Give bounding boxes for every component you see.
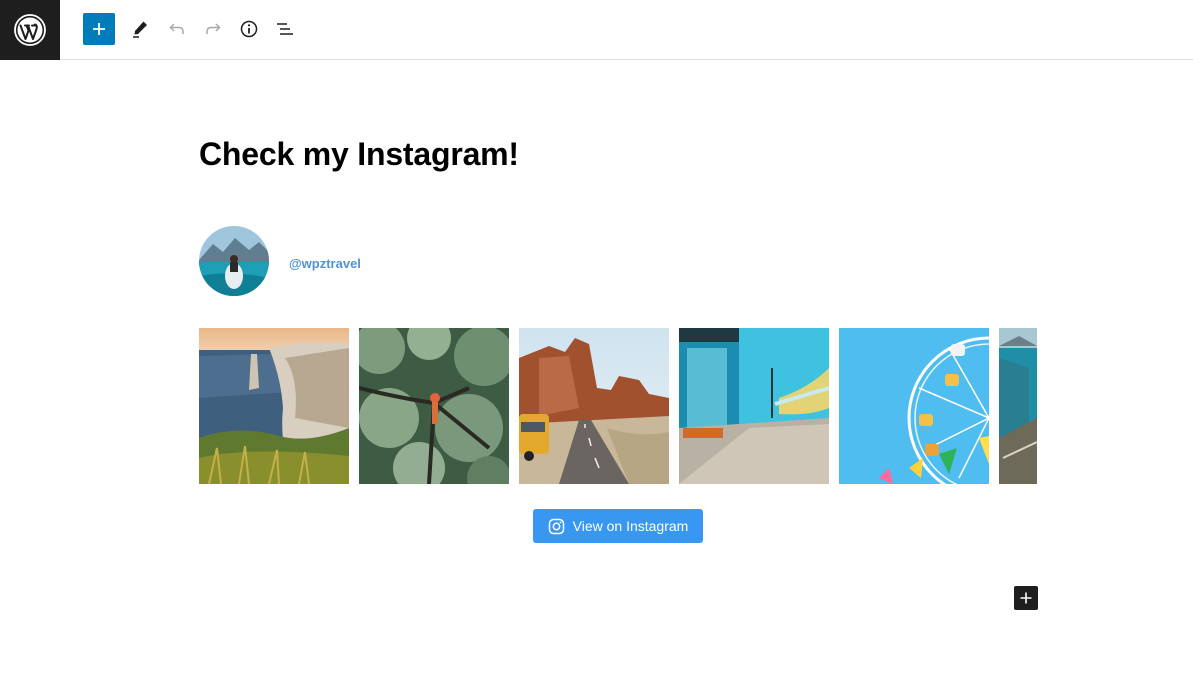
photo-bus-stop-street[interactable] (679, 328, 829, 484)
undo-button[interactable] (161, 13, 193, 45)
view-on-instagram-label: View on Instagram (572, 518, 689, 534)
photo-desert-road-van[interactable] (519, 328, 669, 484)
photo-forest-canopy[interactable] (359, 328, 509, 484)
pencil-icon (133, 21, 147, 38)
plus-icon (93, 23, 105, 35)
photo-ferris-wheel[interactable] (839, 328, 989, 484)
post-heading[interactable]: Check my Instagram! (199, 136, 519, 173)
photo-coastal-cliffs[interactable] (199, 328, 349, 484)
instagram-gallery (199, 328, 1037, 484)
avatar (199, 226, 269, 296)
info-icon (240, 20, 258, 38)
tools-button[interactable] (124, 13, 156, 45)
details-button[interactable] (233, 13, 265, 45)
plus-icon (1020, 592, 1032, 604)
list-view-button[interactable] (269, 13, 301, 45)
undo-icon (169, 23, 184, 34)
instagram-icon (548, 518, 564, 534)
redo-button[interactable] (197, 13, 229, 45)
wordpress-logo-icon[interactable] (0, 0, 60, 60)
photo-coastline-partial[interactable] (999, 328, 1037, 484)
add-block-button[interactable] (83, 13, 115, 45)
view-on-instagram-button[interactable]: View on Instagram (533, 509, 703, 543)
list-view-icon (277, 23, 293, 35)
append-block-button[interactable] (1014, 586, 1038, 610)
editor-toolbar (0, 0, 1193, 60)
redo-icon (206, 23, 221, 34)
instagram-username-link[interactable]: @wpztravel (289, 256, 361, 271)
